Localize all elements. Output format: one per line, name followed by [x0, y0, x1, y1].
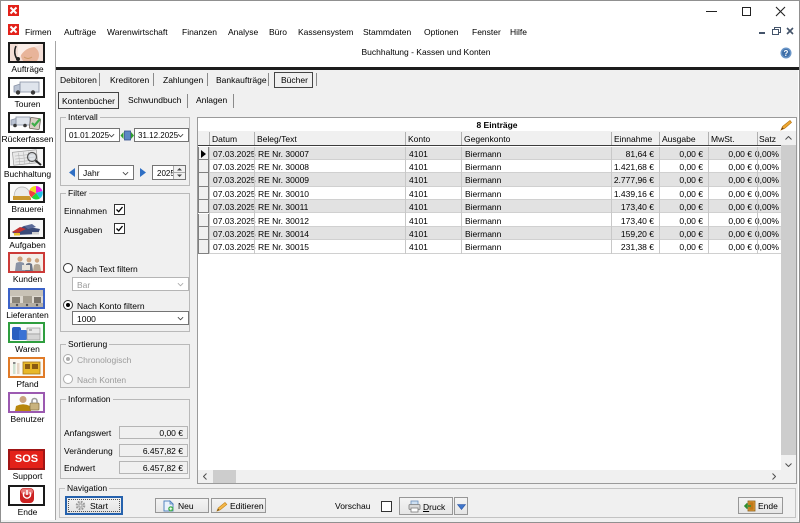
- svg-text:?: ?: [784, 49, 789, 58]
